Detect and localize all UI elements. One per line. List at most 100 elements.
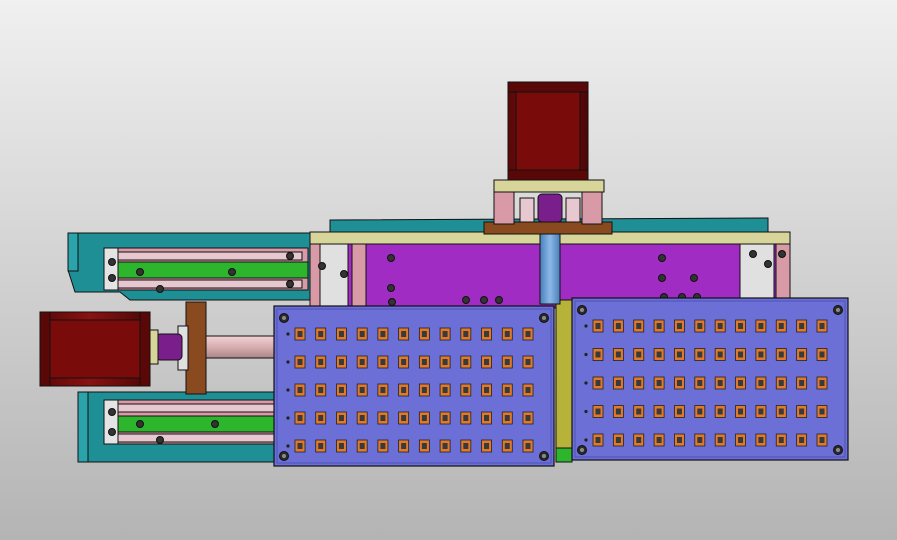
tray-slot-hole xyxy=(636,380,642,386)
corner-screw-head xyxy=(542,454,546,458)
tray-slot-hole xyxy=(380,331,386,337)
tray-slot-hole xyxy=(401,387,407,393)
tray-slot-hole xyxy=(421,443,427,449)
row-pin xyxy=(584,438,588,442)
tray-slot-hole xyxy=(442,331,448,337)
tray-slot-hole xyxy=(676,351,682,358)
tray-slot-hole xyxy=(297,331,303,337)
tray-slot-hole xyxy=(463,443,469,449)
row-pin xyxy=(286,416,290,420)
tray-slot-hole xyxy=(525,443,531,449)
tray-slot-hole xyxy=(819,408,825,415)
tray-slot-hole xyxy=(401,359,407,365)
tray-slot-hole xyxy=(697,351,703,358)
tray-slot-hole xyxy=(636,437,642,443)
tray-slot-hole xyxy=(359,443,365,449)
tray-slot-hole xyxy=(318,387,324,393)
tray-slot-hole xyxy=(656,437,662,443)
tray-slot-hole xyxy=(697,437,703,443)
row-pin xyxy=(584,324,588,328)
tray-slot-hole xyxy=(758,437,764,443)
tray-slot-hole xyxy=(778,351,784,358)
tray-slot-hole xyxy=(738,437,744,443)
tray-slot-hole xyxy=(442,387,448,393)
tray-slot-hole xyxy=(656,380,662,386)
tray-slot-hole xyxy=(318,415,324,421)
cad-assembly-view xyxy=(0,0,897,540)
tray-slot-hole xyxy=(819,351,825,358)
tray-slot-hole xyxy=(421,359,427,365)
vertical-lead-screw xyxy=(539,231,561,305)
tray-slot-hole xyxy=(717,323,723,329)
tray-slot-hole xyxy=(504,443,510,449)
tray-slot-hole xyxy=(442,359,448,365)
tray-slot-hole xyxy=(380,415,386,421)
tray-slot-hole xyxy=(697,380,703,386)
tray-slot-hole xyxy=(504,359,510,365)
tray-slot-hole xyxy=(676,408,682,415)
tray-slot-hole xyxy=(401,331,407,337)
corner-screw-head xyxy=(580,308,584,312)
corner-screw-head xyxy=(836,448,840,452)
tray-slot-hole xyxy=(778,437,784,443)
tray-slot-hole xyxy=(463,387,469,393)
tray-slot-hole xyxy=(463,331,469,337)
tray-slot-hole xyxy=(595,437,601,443)
corner-screw-head xyxy=(836,308,840,312)
row-pin xyxy=(286,332,290,336)
tray-slot-hole xyxy=(676,380,682,386)
tray-slot-hole xyxy=(525,387,531,393)
tray-slot-hole xyxy=(758,323,764,329)
tray-slot-hole xyxy=(380,443,386,449)
tray-slot-hole xyxy=(799,323,805,329)
tray-slot-hole xyxy=(421,415,427,421)
tray-slot-hole xyxy=(615,351,621,358)
tray-slot-hole xyxy=(717,351,723,358)
tray-slot-hole xyxy=(717,437,723,443)
tray-slot-hole xyxy=(615,380,621,386)
tray-slot-hole xyxy=(297,359,303,365)
tray-slot-hole xyxy=(636,323,642,329)
tray-slot-hole xyxy=(676,323,682,329)
tray-slot-hole xyxy=(318,359,324,365)
tray-slot-hole xyxy=(338,415,344,421)
tray-slot-hole xyxy=(697,408,703,415)
tray-slot-hole xyxy=(359,331,365,337)
tray-slot-hole xyxy=(636,408,642,415)
tray-slot-hole xyxy=(359,415,365,421)
tray-slot-hole xyxy=(504,331,510,337)
tray-slot-hole xyxy=(656,351,662,358)
tray-slot-hole xyxy=(656,408,662,415)
tray-slot-hole xyxy=(484,331,490,337)
tray-slot-hole xyxy=(338,387,344,393)
tray-slot-hole xyxy=(799,437,805,443)
tray-slot-hole xyxy=(819,380,825,386)
tray-slot-hole xyxy=(615,408,621,415)
tray-slot-hole xyxy=(442,415,448,421)
tray-panel-right xyxy=(571,297,849,461)
tray-slot-hole xyxy=(297,415,303,421)
tray-slot-hole xyxy=(717,408,723,415)
vertical-stepper-motor xyxy=(507,81,589,181)
row-pin xyxy=(584,381,588,385)
vertical-motor-mount xyxy=(483,179,613,235)
row-pin xyxy=(286,360,290,364)
tray-slot-hole xyxy=(738,351,744,358)
corner-screw-head xyxy=(542,316,546,320)
tray-slot-hole xyxy=(525,359,531,365)
tray-slot-hole xyxy=(595,380,601,386)
horizontal-stepper-motor xyxy=(39,311,151,387)
tray-slot-hole xyxy=(318,443,324,449)
tray-slot-hole xyxy=(615,437,621,443)
tray-slot-hole xyxy=(380,387,386,393)
tray-slot-hole xyxy=(504,387,510,393)
tray-slot-hole xyxy=(799,351,805,358)
tray-slot-hole xyxy=(338,359,344,365)
tray-slot-hole xyxy=(338,331,344,337)
tray-slot-hole xyxy=(697,323,703,329)
tray-slot-hole xyxy=(484,359,490,365)
row-pin xyxy=(286,444,290,448)
tray-slot-hole xyxy=(595,408,601,415)
tray-slot-hole xyxy=(676,437,682,443)
tray-slot-hole xyxy=(484,443,490,449)
